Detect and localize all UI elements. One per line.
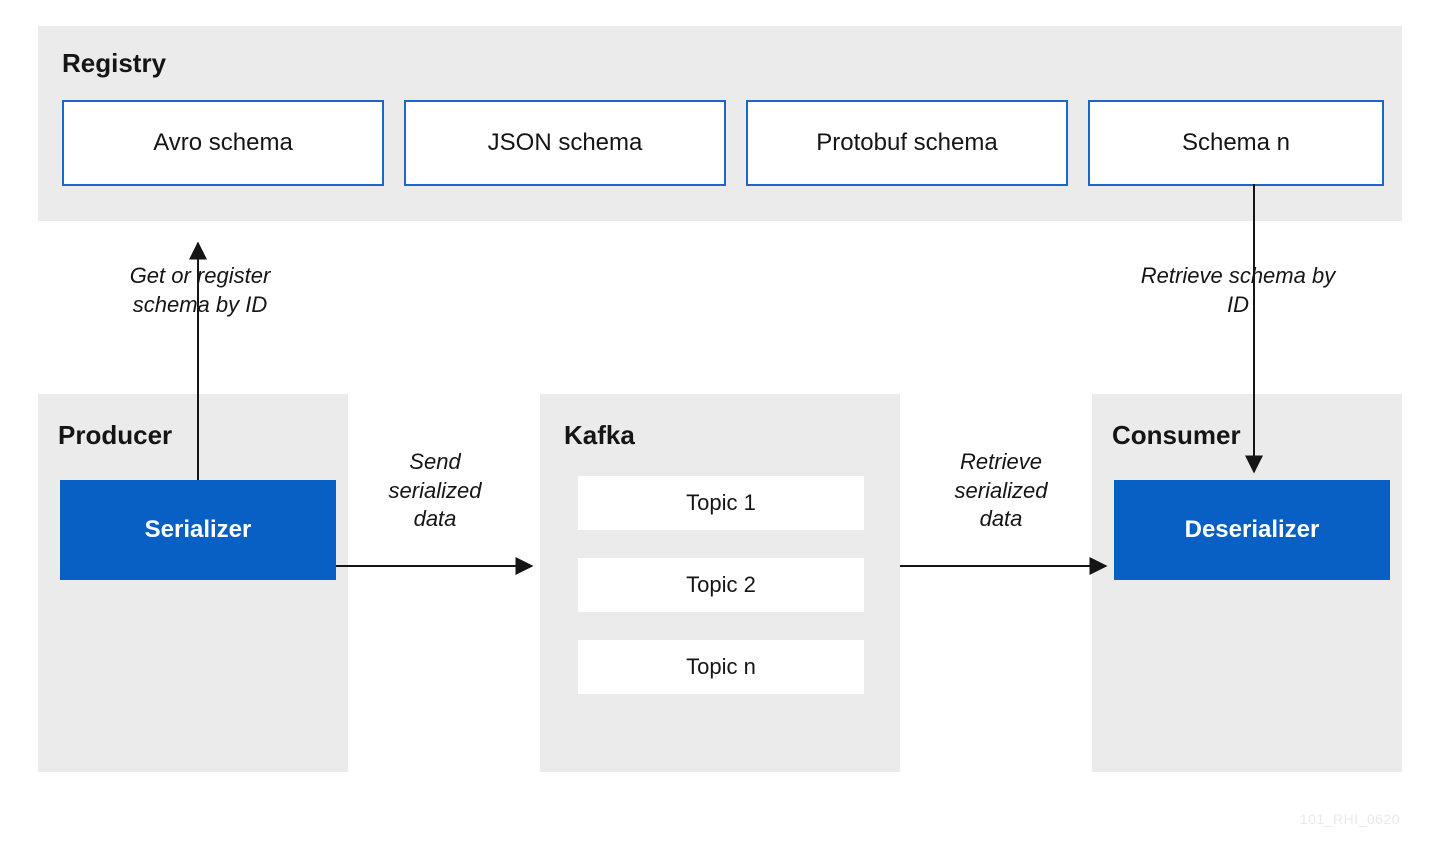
topic-row: Topic n [578, 640, 864, 694]
schema-box-protobuf: Protobuf schema [746, 100, 1068, 186]
retrieve-flow-label: Retrieve serialized data [936, 448, 1066, 534]
producer-registry-label: Get or register schema by ID [100, 262, 300, 319]
consumer-registry-label: Retrieve schema by ID [1138, 262, 1338, 319]
topic-row: Topic 2 [578, 558, 864, 612]
consumer-title: Consumer [1112, 420, 1241, 451]
kafka-title: Kafka [564, 420, 635, 451]
producer-title: Producer [58, 420, 172, 451]
registry-title: Registry [62, 48, 166, 79]
serializer-node: Serializer [60, 480, 336, 580]
deserializer-node: Deserializer [1114, 480, 1390, 580]
diagram-canvas: Registry Avro schema JSON schema Protobu… [0, 0, 1440, 841]
schema-box-n: Schema n [1088, 100, 1384, 186]
send-flow-label: Send serialized data [370, 448, 500, 534]
topic-row: Topic 1 [578, 476, 864, 530]
schema-box-json: JSON schema [404, 100, 726, 186]
schema-box-avro: Avro schema [62, 100, 384, 186]
footer-code: 101_RHI_0620 [1300, 811, 1400, 827]
